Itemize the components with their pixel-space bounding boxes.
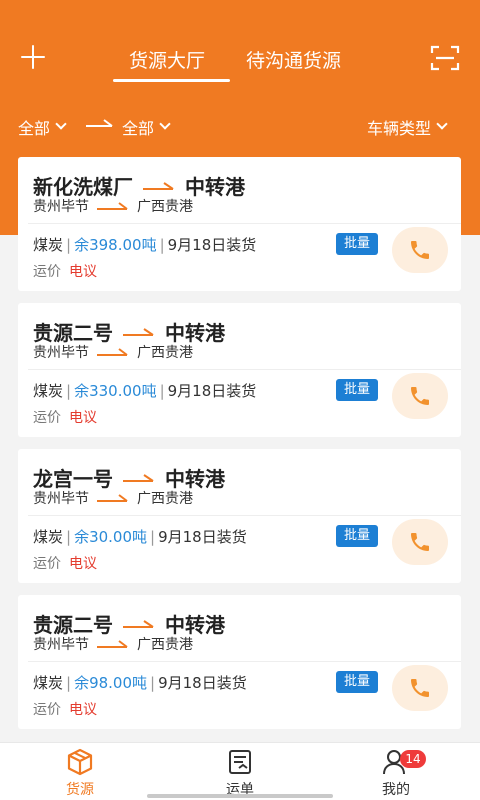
- region-arrow-icon: [97, 201, 128, 210]
- cargo-type: 煤炭: [33, 382, 64, 400]
- route-region: 贵州毕节 广西贵港: [33, 196, 193, 216]
- cargo-info: 煤炭 | 余30.00吨 | 9月18日装货: [33, 527, 247, 547]
- batch-badge: 批量: [336, 671, 378, 693]
- active-tab-indicator: [113, 79, 230, 82]
- nav-mine[interactable]: 我的 14: [356, 747, 436, 799]
- cargo-info: 煤炭 | 余330.00吨 | 9月18日装货: [33, 381, 257, 401]
- price-label: 运价: [33, 264, 61, 280]
- batch-badge: 批量: [336, 525, 378, 547]
- nav-waybill[interactable]: 运单: [200, 747, 280, 799]
- call-button[interactable]: [392, 665, 448, 711]
- cargo-card[interactable]: 贵源二号 中转港 贵州毕节 广西贵港 煤炭 | 余98.00吨 | 9月18日装货 运价…: [18, 595, 461, 729]
- scan-icon[interactable]: [430, 44, 460, 72]
- nav-cargo-label: 货源: [66, 782, 94, 798]
- cargo-type: 煤炭: [33, 528, 64, 546]
- price-label: 运价: [33, 556, 61, 572]
- origin-filter-label: 全部: [18, 119, 51, 138]
- to-region: 广西贵港: [137, 345, 193, 361]
- vehicle-type-filter[interactable]: 车辆类型: [367, 115, 448, 139]
- plus-icon[interactable]: [18, 42, 48, 72]
- from-region: 贵州毕节: [33, 637, 89, 653]
- price-value: 电议: [69, 410, 97, 426]
- route-region: 贵州毕节 广西贵港: [33, 634, 193, 654]
- loading-date: 9月18日装货: [167, 236, 257, 254]
- chevron-down-icon: [55, 118, 67, 130]
- call-button[interactable]: [392, 227, 448, 273]
- route-region: 贵州毕节 广西贵港: [33, 342, 193, 362]
- call-button[interactable]: [392, 519, 448, 565]
- top-bar: 货源大厅 待沟通货源: [0, 30, 480, 86]
- nav-cargo[interactable]: 货源: [40, 747, 120, 799]
- cargo-type: 煤炭: [33, 674, 64, 692]
- cargo-info: 煤炭 | 余398.00吨 | 9月18日装货: [33, 235, 257, 255]
- cargo-info: 煤炭 | 余98.00吨 | 9月18日装货: [33, 673, 247, 693]
- from-region: 贵州毕节: [33, 345, 89, 361]
- price-row: 运价 电议: [33, 261, 97, 281]
- from-region: 贵州毕节: [33, 491, 89, 507]
- price-row: 运价 电议: [33, 553, 97, 573]
- route-arrow-icon: [123, 619, 154, 628]
- price-value: 电议: [69, 556, 97, 572]
- region-arrow-icon: [97, 639, 128, 648]
- filter-bar: 全部 全部 车辆类型: [0, 108, 480, 142]
- to-region: 广西贵港: [137, 199, 193, 215]
- nav-mine-label: 我的: [382, 782, 410, 798]
- destination-filter-label: 全部: [122, 119, 155, 138]
- box-icon: [40, 747, 120, 777]
- phone-icon: [411, 679, 429, 697]
- route-arrow-icon: [143, 181, 174, 190]
- cargo-type: 煤炭: [33, 236, 64, 254]
- vehicle-type-label: 车辆类型: [367, 119, 432, 138]
- loading-date: 9月18日装货: [158, 674, 247, 692]
- waybill-icon: [200, 747, 280, 777]
- route-arrow-icon: [123, 473, 154, 482]
- remaining-weight: 余330.00吨: [74, 382, 157, 400]
- card-divider: [28, 515, 461, 516]
- tab-pending-cargo[interactable]: 待沟通货源: [246, 46, 341, 73]
- chevron-down-icon: [436, 118, 448, 130]
- route-region: 贵州毕节 广西贵港: [33, 488, 193, 508]
- price-value: 电议: [69, 702, 97, 718]
- remaining-weight: 余30.00吨: [74, 528, 148, 546]
- remaining-weight: 余98.00吨: [74, 674, 148, 692]
- tab-cargo-hall[interactable]: 货源大厅: [129, 46, 205, 73]
- filter-arrow-icon: [86, 119, 113, 127]
- phone-icon: [411, 387, 429, 405]
- origin-filter[interactable]: 全部: [18, 115, 67, 139]
- to-region: 广西贵港: [137, 637, 193, 653]
- cargo-card[interactable]: 新化洗煤厂 中转港 贵州毕节 广西贵港 煤炭 | 余398.00吨 | 9月18日装货 …: [18, 157, 461, 291]
- phone-icon: [411, 533, 429, 551]
- destination-filter[interactable]: 全部: [122, 115, 171, 139]
- card-divider: [28, 661, 461, 662]
- card-divider: [28, 223, 461, 224]
- price-row: 运价 电议: [33, 699, 97, 719]
- chevron-down-icon: [159, 118, 171, 130]
- price-label: 运价: [33, 702, 61, 718]
- region-arrow-icon: [97, 493, 128, 502]
- card-divider: [28, 369, 461, 370]
- from-region: 贵州毕节: [33, 199, 89, 215]
- price-row: 运价 电议: [33, 407, 97, 427]
- batch-badge: 批量: [336, 233, 378, 255]
- phone-icon: [411, 241, 429, 259]
- to-name: 中转港: [185, 175, 245, 199]
- call-button[interactable]: [392, 373, 448, 419]
- route-arrow-icon: [123, 327, 154, 336]
- price-label: 运价: [33, 410, 61, 426]
- loading-date: 9月18日装货: [167, 382, 257, 400]
- notification-badge: 14: [400, 750, 426, 768]
- cargo-card[interactable]: 贵源二号 中转港 贵州毕节 广西贵港 煤炭 | 余330.00吨 | 9月18日装货 运…: [18, 303, 461, 437]
- bottom-nav: 货源 运单 我的 14: [0, 742, 480, 800]
- loading-date: 9月18日装货: [158, 528, 247, 546]
- remaining-weight: 余398.00吨: [74, 236, 157, 254]
- region-arrow-icon: [97, 347, 128, 356]
- home-indicator[interactable]: [147, 794, 333, 798]
- price-value: 电议: [69, 264, 97, 280]
- to-region: 广西贵港: [137, 491, 193, 507]
- cargo-card[interactable]: 龙宫一号 中转港 贵州毕节 广西贵港 煤炭 | 余30.00吨 | 9月18日装货 运价…: [18, 449, 461, 583]
- batch-badge: 批量: [336, 379, 378, 401]
